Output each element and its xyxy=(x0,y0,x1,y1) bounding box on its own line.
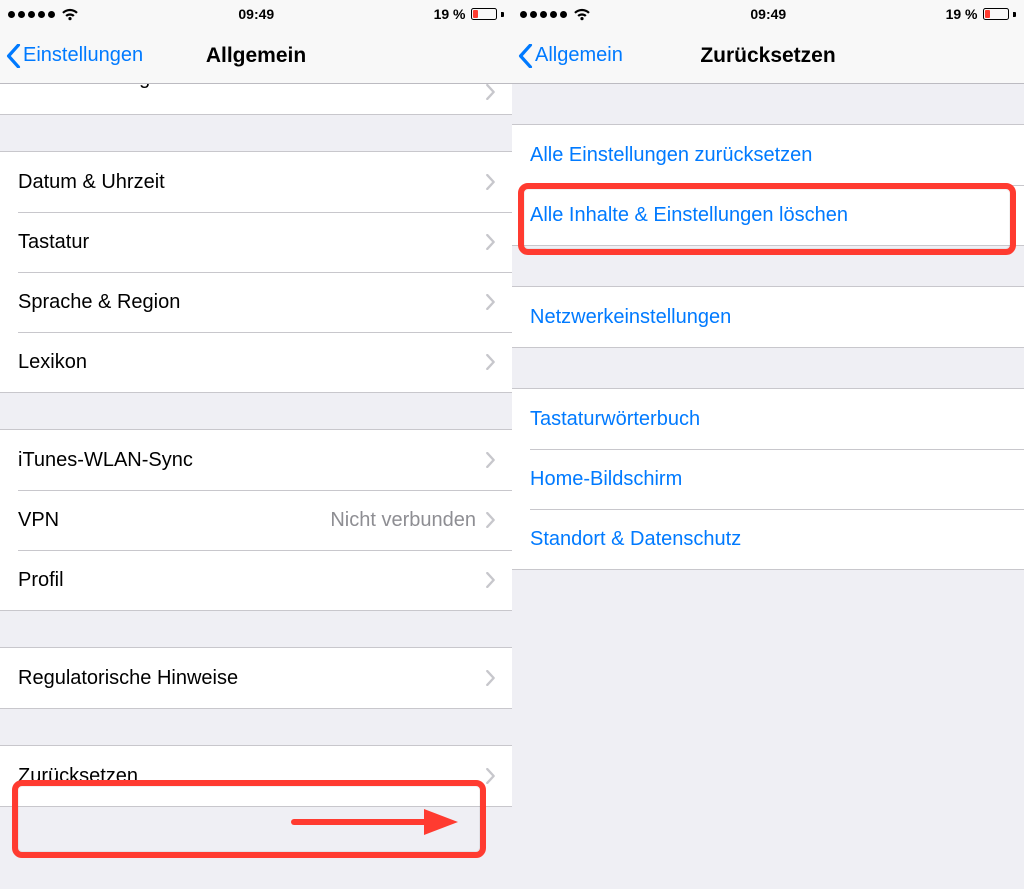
group-date-keyboard: Datum & Uhrzeit Tastatur Sprache & Regio… xyxy=(0,151,512,393)
phone-right: 09:49 19 % Allgemein Zurücksetzen Alle E… xyxy=(512,0,1024,889)
signal-dots-icon xyxy=(520,11,567,18)
row-tastatur[interactable]: Tastatur xyxy=(0,212,512,272)
chevron-left-icon xyxy=(6,44,21,68)
status-time: 09:49 xyxy=(238,6,274,22)
row-label: Profil xyxy=(18,569,486,592)
row-label: Home-Bildschirm xyxy=(530,468,1008,491)
status-bar: 09:49 19 % xyxy=(512,0,1024,28)
group-reset: Zurücksetzen xyxy=(0,745,512,807)
row-label: Tastaturwörterbuch xyxy=(530,408,1008,431)
chevron-right-icon xyxy=(486,670,496,686)
row-profil[interactable]: Profil xyxy=(0,550,512,610)
back-button[interactable]: Allgemein xyxy=(512,44,623,68)
row-home-bildschirm[interactable]: Home-Bildschirm xyxy=(512,449,1024,509)
wifi-icon xyxy=(573,8,591,21)
chevron-right-icon xyxy=(486,768,496,784)
row-label: Netzwerkeinstellungen xyxy=(530,306,1008,329)
chevron-right-icon xyxy=(486,174,496,190)
group-regulatory: Regulatorische Hinweise xyxy=(0,647,512,709)
signal-dots-icon xyxy=(8,11,55,18)
chevron-right-icon xyxy=(486,84,496,100)
row-label: Tastatur xyxy=(18,231,486,254)
group-reset-all: Alle Einstellungen zurücksetzen Alle Inh… xyxy=(512,124,1024,246)
back-label: Allgemein xyxy=(535,44,623,67)
row-label: Zurücksetzen xyxy=(18,765,486,788)
row-lexikon[interactable]: Lexikon xyxy=(0,332,512,392)
reset-list[interactable]: Alle Einstellungen zurücksetzen Alle Inh… xyxy=(512,84,1024,889)
row-standort-datenschutz[interactable]: Standort & Datenschutz xyxy=(512,509,1024,569)
row-label: VPN xyxy=(18,509,330,532)
battery-icon xyxy=(983,8,1016,20)
chevron-left-icon xyxy=(518,44,533,68)
battery-icon xyxy=(471,8,504,20)
chevron-right-icon xyxy=(486,294,496,310)
row-datum-uhrzeit[interactable]: Datum & Uhrzeit xyxy=(0,152,512,212)
row-tastaturwoerterbuch[interactable]: Tastaturwörterbuch xyxy=(512,389,1024,449)
wifi-icon xyxy=(61,8,79,21)
group-network: Netzwerkeinstellungen xyxy=(512,286,1024,348)
nav-bar: Allgemein Zurücksetzen xyxy=(512,28,1024,84)
row-zuruecksetzen[interactable]: Zurücksetzen xyxy=(0,746,512,806)
row-vpn[interactable]: VPNNicht verbunden xyxy=(0,490,512,550)
group-other-resets: Tastaturwörterbuch Home-Bildschirm Stand… xyxy=(512,388,1024,570)
status-bar: 09:49 19 % xyxy=(0,0,512,28)
group-itunes-vpn: iTunes-WLAN-Sync VPNNicht verbunden Prof… xyxy=(0,429,512,611)
chevron-right-icon xyxy=(486,452,496,468)
status-time: 09:49 xyxy=(750,6,786,22)
row-label: iTunes-WLAN-Sync xyxy=(18,449,486,472)
chevron-right-icon xyxy=(486,234,496,250)
nav-bar: Einstellungen Allgemein xyxy=(0,28,512,84)
row-label: Standort & Datenschutz xyxy=(530,528,1008,551)
row-label: Alle Einstellungen zurücksetzen xyxy=(530,144,1008,167)
battery-percent: 19 % xyxy=(946,6,978,22)
battery-percent: 19 % xyxy=(434,6,466,22)
row-label: Alle Inhalte & Einstellungen löschen xyxy=(530,204,1008,227)
row-label: Sprache & Region xyxy=(18,291,486,314)
chevron-right-icon xyxy=(486,572,496,588)
row-itunes-wlan-sync[interactable]: iTunes-WLAN-Sync xyxy=(0,430,512,490)
row-value: Nicht verbunden xyxy=(330,509,476,532)
row-alle-einstellungen-zuruecksetzen[interactable]: Alle Einstellungen zurücksetzen xyxy=(512,125,1024,185)
back-label: Einstellungen xyxy=(23,44,143,67)
row-label: Datum & Uhrzeit xyxy=(18,171,486,194)
row-einschraenkungen[interactable]: Einschränkungen Aus xyxy=(0,84,512,114)
row-regulatorische-hinweise[interactable]: Regulatorische Hinweise xyxy=(0,648,512,708)
partial-row: Einschränkungen Aus xyxy=(0,84,512,115)
settings-list[interactable]: Einschränkungen Aus Datum & Uhrzeit Tast… xyxy=(0,84,512,889)
row-sprache-region[interactable]: Sprache & Region xyxy=(0,272,512,332)
row-label: Lexikon xyxy=(18,351,486,374)
back-button[interactable]: Einstellungen xyxy=(0,44,143,68)
chevron-right-icon xyxy=(486,512,496,528)
row-label: Regulatorische Hinweise xyxy=(18,667,486,690)
row-netzwerkeinstellungen[interactable]: Netzwerkeinstellungen xyxy=(512,287,1024,347)
row-alle-inhalte-loeschen[interactable]: Alle Inhalte & Einstellungen löschen xyxy=(512,185,1024,245)
chevron-right-icon xyxy=(486,354,496,370)
phone-left: 09:49 19 % Einstellungen Allgemein Einsc… xyxy=(0,0,512,889)
